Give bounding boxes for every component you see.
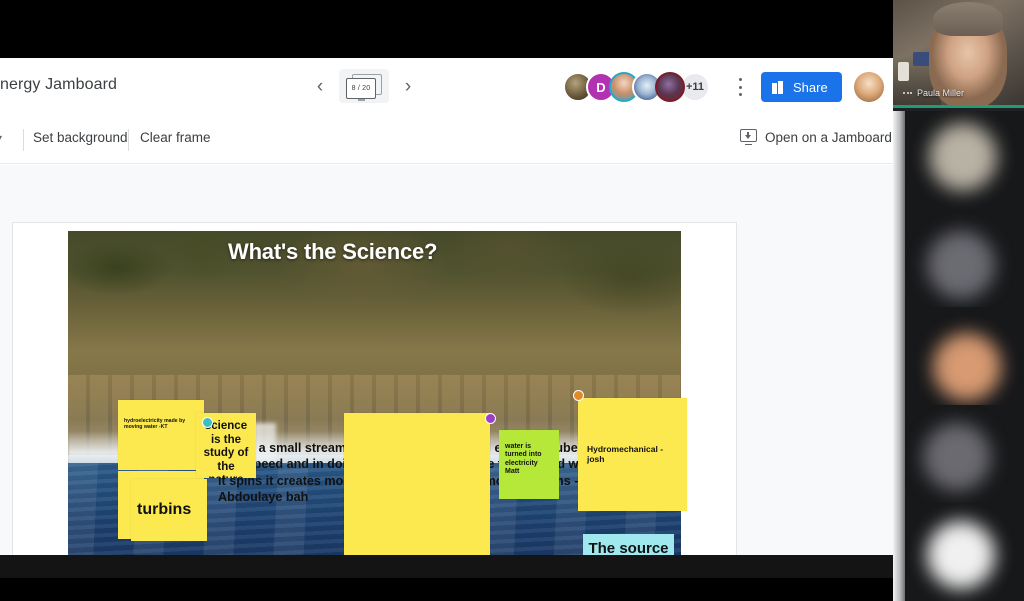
open-on-a-jamboard-button[interactable]: Open on a Jamboard [740,129,892,146]
participant-video-blur [933,333,1001,401]
letterbox-bottom [0,555,893,578]
collaborator-avatars: D +11 [563,72,710,102]
sticky-note[interactable]: hydroelectricity made by moving water -K… [118,400,204,470]
self-video-hair [933,2,1003,36]
share-button[interactable]: Share [761,72,842,102]
next-frame-button[interactable]: › [393,67,423,105]
set-background-button[interactable]: Set background [33,130,128,145]
sticky-note[interactable]: turbins [131,479,207,541]
jamboard-device-icon [740,129,757,146]
self-video-tile[interactable]: Paula Miller [893,0,1024,108]
panel-scroll-edge[interactable] [893,111,905,601]
page-title: nergy Jamboard [0,76,118,93]
more-options-icon[interactable] [733,76,747,98]
jamboard-secondary-toolbar: ▾ Set background Clear frame Open on a J… [0,116,893,164]
profile-avatar[interactable] [854,72,884,102]
participant-tile[interactable] [893,307,1024,405]
participant-video-blur [927,521,995,589]
meet-side-panel: Paula Miller [893,0,1024,601]
self-video-name-row: Paula Miller [903,88,964,98]
frame-counter-chip[interactable]: 8 / 20 [339,69,389,103]
sticky-note[interactable]: Hydromechanical - josh [578,398,687,511]
participant-video-blur [929,123,997,191]
jam-frame[interactable]: What's the Science? create a small strea… [13,223,736,578]
sticky-note[interactable]: water is turned into electricity Matt [499,430,559,499]
participant-tile[interactable] [893,405,1024,503]
participant-strip[interactable] [893,111,1024,601]
share-presentation-icon [772,80,786,94]
avatar[interactable] [655,72,685,102]
letterbox-top [0,0,893,58]
microphone-icon [903,92,912,94]
toolbar-divider [23,129,24,151]
frame-stack-icon-front: 8 / 20 [346,78,376,99]
participant-tile[interactable] [893,111,1024,209]
chevron-down-icon[interactable]: ▾ [0,131,2,145]
collaborator-cursor [485,413,496,424]
collaborator-cursor [202,417,213,428]
toolbar-divider [128,129,129,151]
shared-screen-jamboard: nergy Jamboard ‹ 8 / 20 › D +11 Share Se… [0,58,893,578]
clear-frame-button[interactable]: Clear frame [140,130,211,145]
frame-navigation: ‹ 8 / 20 › [305,67,423,105]
frame-stand-icon [358,99,365,101]
sticky-note[interactable] [344,413,490,565]
jamboard-app-bar: nergy Jamboard ‹ 8 / 20 › D +11 Share [0,58,893,116]
screen-root: nergy Jamboard ‹ 8 / 20 › D +11 Share Se… [0,0,1024,601]
previous-frame-button[interactable]: ‹ [305,67,335,105]
frame-counter-label: 8 / 20 [351,85,371,92]
board-heading: What's the Science? [228,239,438,264]
participant-video-blur [927,231,995,299]
participant-tile[interactable] [893,209,1024,307]
jam-canvas-area[interactable]: What's the Science? create a small strea… [0,165,893,578]
self-video-object [898,62,909,81]
share-button-label: Share [793,79,828,95]
self-video-name: Paula Miller [917,88,965,98]
participant-video-blur [923,423,991,491]
collaborator-cursor [573,390,584,401]
open-on-a-jamboard-label: Open on a Jamboard [765,130,892,145]
participant-tile[interactable] [893,503,1024,601]
